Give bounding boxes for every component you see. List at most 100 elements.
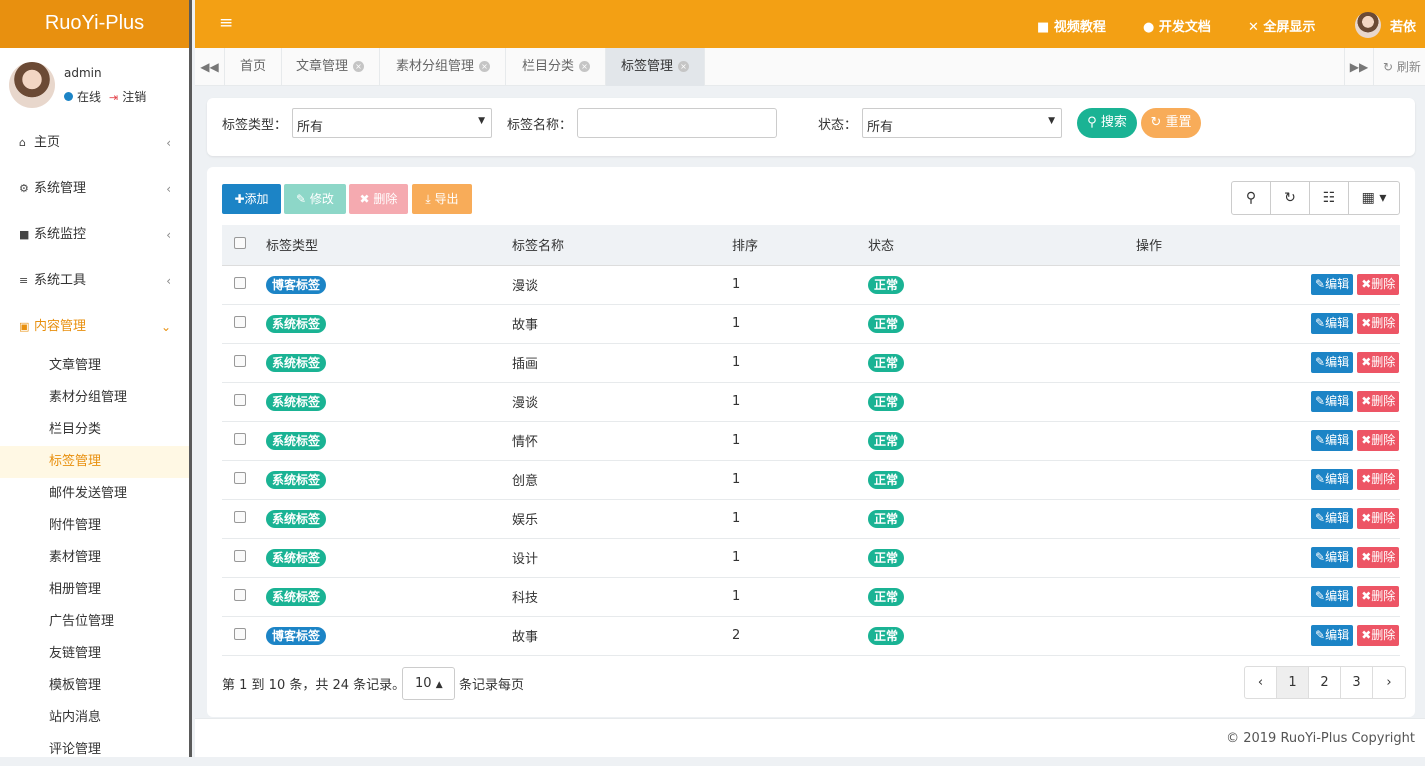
row-edit-button[interactable]: ✎编辑 bbox=[1311, 430, 1354, 451]
sidebar-item-tools[interactable]: ≡ 系统工具 ‹ bbox=[0, 258, 189, 304]
select-all-checkbox[interactable] bbox=[234, 236, 246, 249]
row-delete-button[interactable]: ✖删除 bbox=[1357, 313, 1400, 334]
tab-tags[interactable]: 标签管理 × bbox=[606, 48, 706, 86]
tab-article[interactable]: 文章管理 × bbox=[281, 48, 381, 86]
close-icon[interactable]: × bbox=[678, 61, 690, 72]
add-button[interactable]: ✚添加 bbox=[222, 184, 281, 214]
row-delete-button[interactable]: ✖删除 bbox=[1357, 547, 1400, 568]
row-checkbox[interactable] bbox=[234, 510, 246, 523]
sidebar-item-home[interactable]: ⌂ 主页 ‹ bbox=[0, 120, 189, 166]
logout-link[interactable]: 注销 bbox=[122, 90, 146, 104]
header-username[interactable]: 若依 bbox=[1390, 16, 1416, 35]
name-input[interactable] bbox=[577, 108, 777, 138]
header-avatar[interactable] bbox=[1355, 12, 1381, 38]
row-delete-button[interactable]: ✖删除 bbox=[1357, 430, 1400, 451]
row-delete-button[interactable]: ✖删除 bbox=[1357, 469, 1400, 490]
sidebar-subitem[interactable]: 栏目分类 bbox=[0, 414, 189, 446]
row-edit-button[interactable]: ✎编辑 bbox=[1311, 625, 1354, 646]
row-edit-button[interactable]: ✎编辑 bbox=[1311, 469, 1354, 490]
table-row[interactable]: 系统标签 设计 1 正常 ✎编辑 ✖删除 bbox=[222, 538, 1400, 578]
table-row[interactable]: 系统标签 科技 1 正常 ✎编辑 ✖删除 bbox=[222, 577, 1400, 617]
close-icon[interactable]: × bbox=[479, 61, 491, 72]
search-button[interactable]: ⚲ 搜索 bbox=[1077, 108, 1137, 138]
sidebar-subitem[interactable]: 素材管理 bbox=[0, 542, 189, 574]
tabs-next-icon[interactable]: ▶▶ bbox=[1344, 48, 1374, 86]
row-checkbox[interactable] bbox=[234, 276, 246, 289]
row-checkbox[interactable] bbox=[234, 588, 246, 601]
row-delete-button[interactable]: ✖删除 bbox=[1357, 274, 1400, 295]
row-edit-button[interactable]: ✎编辑 bbox=[1311, 391, 1354, 412]
row-delete-button[interactable]: ✖删除 bbox=[1357, 352, 1400, 373]
table-row[interactable]: 系统标签 娱乐 1 正常 ✎编辑 ✖删除 bbox=[222, 499, 1400, 539]
page-size-select[interactable]: 10 ▲ bbox=[402, 667, 455, 700]
table-row[interactable]: 系统标签 创意 1 正常 ✎编辑 ✖删除 bbox=[222, 460, 1400, 500]
row-edit-button[interactable]: ✎编辑 bbox=[1311, 508, 1354, 529]
row-edit-button[interactable]: ✎编辑 bbox=[1311, 547, 1354, 568]
col-name[interactable]: 标签名称 bbox=[512, 225, 732, 266]
table-row[interactable]: 博客标签 漫谈 1 正常 ✎编辑 ✖删除 bbox=[222, 265, 1400, 305]
row-edit-button[interactable]: ✎编辑 bbox=[1311, 352, 1354, 373]
avatar[interactable] bbox=[9, 62, 55, 108]
page-next[interactable]: › bbox=[1373, 667, 1405, 698]
delete-button[interactable]: ✖ 删除 bbox=[349, 184, 408, 214]
row-edit-button[interactable]: ✎编辑 bbox=[1311, 586, 1354, 607]
export-button[interactable]: ⤓ 导出 bbox=[412, 184, 472, 214]
sidebar-subitem[interactable]: 站内消息 bbox=[0, 702, 189, 734]
row-checkbox[interactable] bbox=[234, 354, 246, 367]
sidebar-subitem[interactable]: 素材分组管理 bbox=[0, 382, 189, 414]
row-checkbox[interactable] bbox=[234, 315, 246, 328]
sidebar-item-content[interactable]: ▣ 内容管理 ⌄ bbox=[0, 304, 189, 350]
row-edit-button[interactable]: ✎编辑 bbox=[1311, 274, 1354, 295]
sidebar-subitem[interactable]: 邮件发送管理 bbox=[0, 478, 189, 510]
app-logo[interactable]: RuoYi-Plus bbox=[0, 0, 189, 48]
video-tutorial-link[interactable]: ■ 视频教程 bbox=[1037, 16, 1106, 35]
tabs-refresh[interactable]: ↻ 刷新 bbox=[1383, 48, 1421, 86]
fullscreen-link[interactable]: ✕ 全屏显示 bbox=[1248, 16, 1315, 35]
search-icon[interactable]: ⚲ bbox=[1232, 182, 1271, 214]
tab-home[interactable]: 首页 bbox=[225, 48, 283, 86]
sidebar-item-system[interactable]: ⚙ 系统管理 ‹ bbox=[0, 166, 189, 212]
close-icon[interactable]: × bbox=[579, 61, 591, 72]
sidebar-subitem[interactable]: 相册管理 bbox=[0, 574, 189, 606]
col-type[interactable]: 标签类型 bbox=[266, 225, 512, 266]
columns-icon[interactable]: ☷ bbox=[1310, 182, 1349, 214]
row-delete-button[interactable]: ✖删除 bbox=[1357, 625, 1400, 646]
col-sort[interactable]: 排序 bbox=[732, 225, 868, 266]
docs-link[interactable]: ● 开发文档 bbox=[1143, 16, 1211, 35]
sidebar-subitem-active[interactable]: 标签管理 bbox=[0, 446, 189, 478]
sidebar-subitem[interactable]: 模板管理 bbox=[0, 670, 189, 702]
row-delete-button[interactable]: ✖删除 bbox=[1357, 391, 1400, 412]
row-checkbox[interactable] bbox=[234, 627, 246, 640]
row-checkbox[interactable] bbox=[234, 432, 246, 445]
row-checkbox[interactable] bbox=[234, 549, 246, 562]
close-icon[interactable]: × bbox=[353, 61, 365, 72]
menu-toggle-icon[interactable]: ≡ bbox=[219, 13, 233, 33]
row-delete-button[interactable]: ✖删除 bbox=[1357, 508, 1400, 529]
table-row[interactable]: 系统标签 漫谈 1 正常 ✎编辑 ✖删除 bbox=[222, 382, 1400, 422]
table-row[interactable]: 系统标签 插画 1 正常 ✎编辑 ✖删除 bbox=[222, 343, 1400, 383]
reset-button[interactable]: ↻ 重置 bbox=[1141, 108, 1201, 138]
tab-material-group[interactable]: 素材分组管理 × bbox=[381, 48, 507, 86]
refresh-icon[interactable]: ↻ bbox=[1271, 182, 1310, 214]
grid-dropdown-icon[interactable]: ▦ ▾ bbox=[1349, 182, 1399, 214]
table-row[interactable]: 博客标签 故事 2 正常 ✎编辑 ✖删除 bbox=[222, 616, 1400, 656]
sidebar-subitem[interactable]: 附件管理 bbox=[0, 510, 189, 542]
row-checkbox[interactable] bbox=[234, 393, 246, 406]
row-delete-button[interactable]: ✖删除 bbox=[1357, 586, 1400, 607]
table-row[interactable]: 系统标签 情怀 1 正常 ✎编辑 ✖删除 bbox=[222, 421, 1400, 461]
sidebar-subitem[interactable]: 广告位管理 bbox=[0, 606, 189, 638]
row-checkbox[interactable] bbox=[234, 471, 246, 484]
page-2[interactable]: 2 bbox=[1309, 667, 1341, 698]
type-select[interactable]: 所有 ▼ bbox=[292, 108, 492, 138]
table-row[interactable]: 系统标签 故事 1 正常 ✎编辑 ✖删除 bbox=[222, 304, 1400, 344]
tab-category[interactable]: 栏目分类 × bbox=[507, 48, 607, 86]
tabs-prev-icon[interactable]: ◀◀ bbox=[195, 48, 225, 86]
sidebar-subitem[interactable]: 文章管理 bbox=[0, 350, 189, 382]
sidebar-subitem[interactable]: 评论管理 bbox=[0, 734, 189, 766]
page-1[interactable]: 1 bbox=[1277, 667, 1309, 698]
row-edit-button[interactable]: ✎编辑 bbox=[1311, 313, 1354, 334]
page-prev[interactable]: ‹ bbox=[1245, 667, 1277, 698]
col-status[interactable]: 状态 bbox=[868, 225, 1068, 266]
logout-icon[interactable]: ⇥ bbox=[109, 91, 118, 104]
sidebar-subitem[interactable]: 友链管理 bbox=[0, 638, 189, 670]
